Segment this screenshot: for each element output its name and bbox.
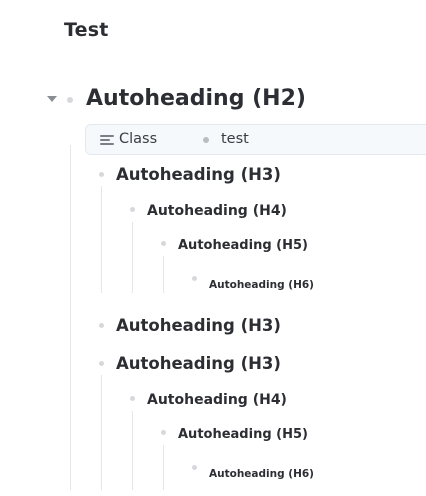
- block-bullet-h5[interactable]: [161, 241, 166, 246]
- heading-h4[interactable]: Autoheading (H4): [147, 392, 287, 408]
- property-value[interactable]: test: [221, 131, 249, 147]
- heading-h2[interactable]: Autoheading (H2): [86, 86, 306, 111]
- block-bullet-h6[interactable]: [192, 465, 197, 470]
- heading-h3[interactable]: Autoheading (H3): [116, 165, 281, 184]
- heading-h6[interactable]: Autoheading (H6): [209, 279, 314, 291]
- property-row[interactable]: Class test: [85, 124, 426, 155]
- guide-line-h4a-children: [132, 222, 133, 293]
- guide-line-h3c-children: [101, 375, 102, 490]
- heading-h3[interactable]: Autoheading (H3): [116, 316, 281, 335]
- guide-line-h4b-children: [132, 411, 133, 490]
- block-bullet-h4[interactable]: [130, 207, 135, 212]
- heading-h4[interactable]: Autoheading (H4): [147, 203, 287, 219]
- guide-line-h2-children: [70, 145, 71, 490]
- heading-h6[interactable]: Autoheading (H6): [209, 468, 314, 480]
- block-bullet-h3[interactable]: [99, 172, 104, 177]
- block-bullet-h3[interactable]: [99, 361, 104, 366]
- property-value-bullet: [203, 137, 209, 143]
- guide-line-h3a-children: [101, 186, 102, 293]
- collapse-arrow-icon[interactable]: [47, 96, 57, 102]
- block-bullet-h4[interactable]: [130, 396, 135, 401]
- block-bullet-h6[interactable]: [192, 276, 197, 281]
- heading-h3[interactable]: Autoheading (H3): [116, 354, 281, 373]
- guide-line-h5b-children: [163, 445, 164, 490]
- heading-h5[interactable]: Autoheading (H5): [178, 427, 308, 442]
- guide-line-h5a-children: [163, 256, 164, 293]
- block-bullet-h2[interactable]: [67, 97, 73, 103]
- block-bullet-h5[interactable]: [161, 430, 166, 435]
- heading-h5[interactable]: Autoheading (H5): [178, 238, 308, 253]
- block-bullet-h3[interactable]: [99, 323, 104, 328]
- page-title[interactable]: Test: [64, 19, 109, 41]
- list-lines-icon: [100, 134, 114, 145]
- property-key[interactable]: Class: [119, 131, 157, 147]
